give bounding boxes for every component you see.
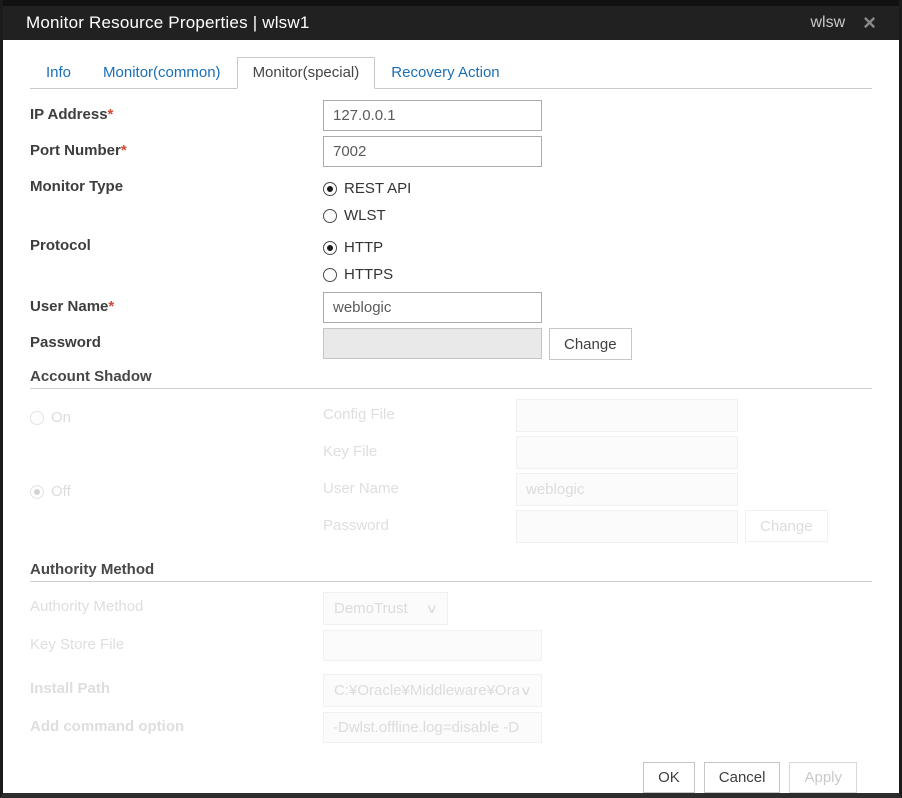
monitor-type-options: REST API WLST [323, 172, 411, 229]
password-row: Password Change [30, 328, 872, 360]
monitor-resource-properties-dialog: Monitor Resource Properties | wlsw1 wlsw… [0, 0, 902, 798]
ip-address-label-text: IP Address [30, 106, 108, 123]
tab-monitor-special[interactable]: Monitor(special) [236, 57, 376, 89]
user-label: wlsw [810, 14, 846, 31]
key-file-label: Key File [323, 443, 378, 460]
tab-info[interactable]: Info [30, 57, 87, 89]
key-file-input [516, 436, 738, 469]
tab-bar: Info Monitor(common) Monitor(special) Re… [30, 57, 872, 89]
tab-recovery-action[interactable]: Recovery Action [375, 57, 515, 89]
monitor-type-option-label: REST API [344, 180, 412, 197]
add-command-option-input [323, 712, 542, 743]
protocol-options: HTTP HTTPS [323, 231, 393, 288]
ip-address-label: IP Address* [30, 100, 323, 123]
port-number-label: Port Number* [30, 136, 323, 159]
shadow-password-input [516, 510, 738, 543]
protocol-option-https[interactable]: HTTPS [323, 261, 393, 288]
key-store-file-input [323, 630, 542, 661]
monitor-special-form: IP Address* Port Number* Monitor Type RE… [3, 89, 899, 793]
cancel-button[interactable]: Cancel [703, 762, 781, 793]
shadow-password-change-button: Change [745, 510, 828, 542]
add-command-option-row: Add command option [30, 712, 872, 743]
ok-button[interactable]: OK [643, 762, 695, 793]
config-file-row: On Config File [30, 399, 872, 432]
chevron-down-icon: ∨ [520, 682, 533, 698]
chevron-down-icon: ∨ [426, 600, 439, 616]
section-divider [30, 581, 872, 582]
authority-method-value: DemoTrust [334, 600, 408, 617]
protocol-option-http[interactable]: HTTP [323, 234, 393, 261]
account-shadow-on-option: On [30, 404, 323, 431]
ip-address-row: IP Address* [30, 100, 872, 131]
key-file-row: Key File [30, 436, 872, 469]
install-path-row: Install Path C:¥Oracle¥Middleware¥Ora ∨ [30, 674, 872, 707]
dialog-title: Monitor Resource Properties | wlsw1 [26, 13, 310, 32]
radio-icon-checked[interactable] [323, 240, 337, 255]
shadow-user-name-input [516, 473, 738, 506]
password-input [323, 328, 542, 359]
user-name-row: User Name* [30, 292, 872, 323]
password-label: Password [30, 334, 101, 351]
titlebar: Monitor Resource Properties | wlsw1 wlsw… [3, 0, 899, 40]
install-path-select: C:¥Oracle¥Middleware¥Ora ∨ [323, 674, 542, 707]
key-store-file-row: Key Store File [30, 630, 872, 661]
authority-method-heading: Authority Method [30, 561, 155, 578]
user-name-label: User Name* [30, 292, 323, 315]
account-shadow-section: On Config File Key File Off User Name we… [30, 399, 872, 543]
monitor-type-option-wlst[interactable]: WLST [323, 202, 411, 229]
monitor-type-row: Monitor Type REST API WLST [30, 172, 872, 229]
required-asterisk: * [107, 106, 114, 123]
radio-icon[interactable] [323, 267, 337, 282]
port-number-row: Port Number* [30, 136, 872, 167]
ip-address-input[interactable] [323, 100, 542, 131]
shadow-password-label: Password [323, 517, 389, 534]
protocol-option-label: HTTPS [344, 266, 394, 283]
protocol-label: Protocol [30, 237, 91, 254]
password-change-button[interactable]: Change [549, 328, 632, 360]
monitor-type-label: Monitor Type [30, 178, 124, 195]
key-store-file-label: Key Store File [30, 636, 125, 653]
apply-button: Apply [789, 762, 857, 793]
authority-method-row: Authority Method DemoTrust ∨ [30, 592, 872, 625]
protocol-option-label: HTTP [344, 239, 384, 256]
install-path-value: C:¥Oracle¥Middleware¥Ora [334, 682, 520, 699]
account-shadow-off-option: Off [30, 478, 323, 505]
required-asterisk: * [108, 298, 115, 315]
config-file-input [516, 399, 738, 432]
radio-icon-checked[interactable] [323, 181, 337, 196]
user-name-label-text: User Name [30, 298, 109, 315]
shadow-user-name-label: User Name [323, 480, 399, 497]
close-icon[interactable]: × [863, 12, 876, 34]
add-command-option-label: Add command option [30, 718, 185, 735]
monitor-type-option-rest-api[interactable]: REST API [323, 175, 411, 202]
account-shadow-off-label: Off [51, 483, 71, 500]
required-asterisk: * [120, 142, 127, 159]
port-number-label-text: Port Number [30, 142, 121, 159]
authority-method-label: Authority Method [30, 598, 144, 615]
dialog-footer: OK Cancel Apply [30, 762, 857, 793]
install-path-label: Install Path [30, 680, 111, 697]
monitor-type-option-label: WLST [344, 207, 386, 224]
config-file-label: Config File [323, 406, 395, 423]
authority-method-section: Authority Method DemoTrust ∨ Key Store F… [30, 592, 872, 743]
protocol-row: Protocol HTTP HTTPS [30, 231, 872, 288]
section-divider [30, 388, 872, 389]
shadow-user-name-row: Off User Name [30, 473, 872, 506]
account-shadow-heading: Account Shadow [30, 368, 152, 385]
shadow-password-row: Password Change [30, 510, 872, 543]
radio-icon-checked [30, 484, 44, 499]
port-number-input[interactable] [323, 136, 542, 167]
user-name-input[interactable] [323, 292, 542, 323]
tab-monitor-common[interactable]: Monitor(common) [87, 57, 237, 89]
radio-icon[interactable] [323, 208, 337, 223]
account-shadow-on-label: On [51, 409, 72, 426]
authority-method-select: DemoTrust ∨ [323, 592, 448, 625]
radio-icon [30, 410, 44, 425]
